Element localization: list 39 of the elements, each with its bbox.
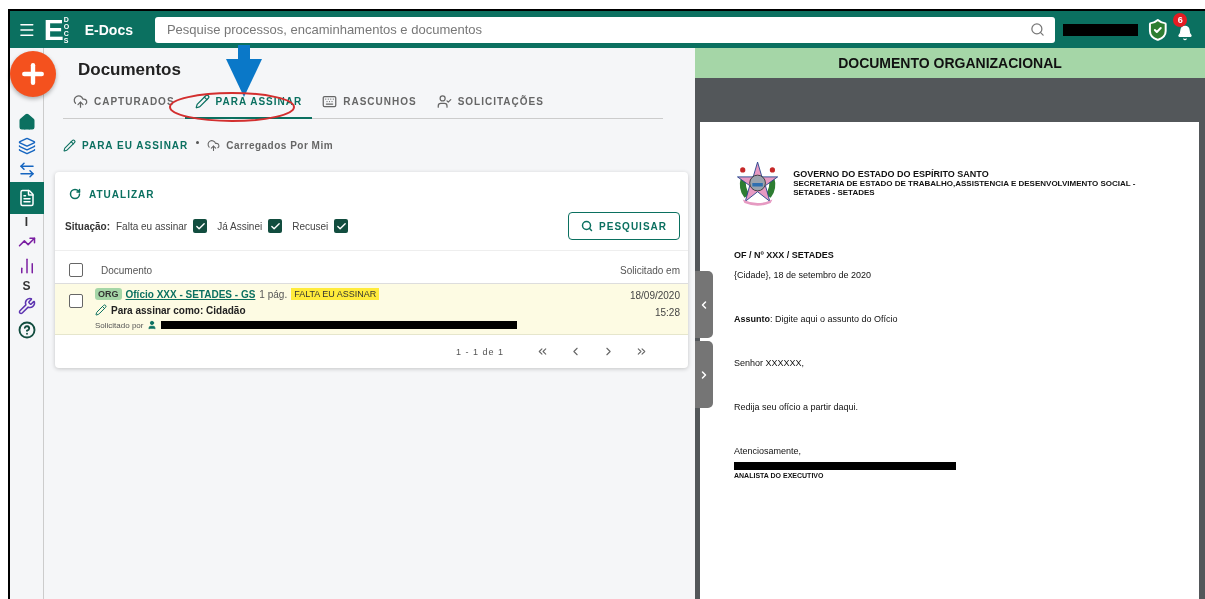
sub-tab[interactable]: Carregados Por Mim [207, 139, 334, 152]
closing: Atenciosamente, [734, 446, 803, 456]
filter-option-label: Já Assinei [217, 220, 263, 232]
request-time: 15:28 [654, 307, 680, 318]
page-title: Documentos [78, 60, 182, 80]
sub-tab[interactable]: PARA EU ASSINAR [63, 139, 189, 152]
sidebar-section-label: S [21, 278, 32, 294]
column-header: Solicitado em [619, 264, 680, 276]
refresh-button[interactable]: ATUALIZAR [69, 188, 155, 200]
search-button[interactable]: PESQUISAR [568, 212, 680, 240]
organization-name: GOVERNO DO ESTADO DO ESPÍRITO SANTO [793, 169, 990, 179]
search-field[interactable]: Pesquise processos, encaminhamentos e documentos [154, 16, 1055, 43]
sign-as-text: Para assinar como: Cidadão [111, 304, 246, 316]
search-input[interactable]: Pesquise processos, encaminhamentos e documentos [164, 21, 1030, 38]
sidebar-section-label: I [23, 214, 30, 230]
organization-name: SECRETARIA DE ESTADO DE TRABALHO,ASSISTENCIA E DESENVOLVIMENTO SOCIAL - SETADES - SETADES [793, 179, 1137, 197]
filter-option-label: Falta eu assinar [116, 220, 188, 232]
document-title: DOCUMENTO ORGANIZACIONAL [695, 48, 1205, 78]
document-link[interactable]: Ofício XXX - SETADES - GS [125, 288, 256, 300]
notification-badge: 6 [1173, 12, 1188, 27]
request-date: 18/09/2020 [629, 290, 680, 301]
document-reference: OF / Nº XXX / SETADES [734, 250, 835, 260]
filter-option-label: Recusei [292, 220, 329, 232]
body-text: Redija seu ofício a partir daqui. [734, 402, 860, 412]
pagination-info: 1 - 1 de 1 [455, 346, 504, 357]
greeting: Senhor XXXXXX, [734, 358, 806, 368]
tab[interactable]: CAPTURADOS [63, 86, 185, 119]
org-tag: ORG [95, 288, 122, 300]
filter-label: Situação: [65, 220, 110, 232]
app-name: E-Docs [84, 21, 133, 38]
status-tag: FALTA EU ASSINAR [291, 288, 380, 300]
tab[interactable]: RASCUNHOS [312, 86, 427, 119]
requested-by-label: Solicitado por [95, 320, 144, 330]
tab[interactable]: SOLICITAÇÕES [426, 86, 554, 119]
subject-line: Assunto: Digite aqui o assunto do Ofício [734, 314, 899, 324]
document-row[interactable]: ORG Ofício XXX - SETADES - GS 1 pág. FALTA EU ASSINAR Para assinar como: Cidadão Solicitado por 18/09/2020 15:28 [55, 284, 688, 335]
page-count: 1 pág. [259, 288, 288, 300]
column-header: Documento [101, 264, 153, 276]
date-line: {Cidade}, 18 de setembro de 2020 [734, 270, 873, 280]
